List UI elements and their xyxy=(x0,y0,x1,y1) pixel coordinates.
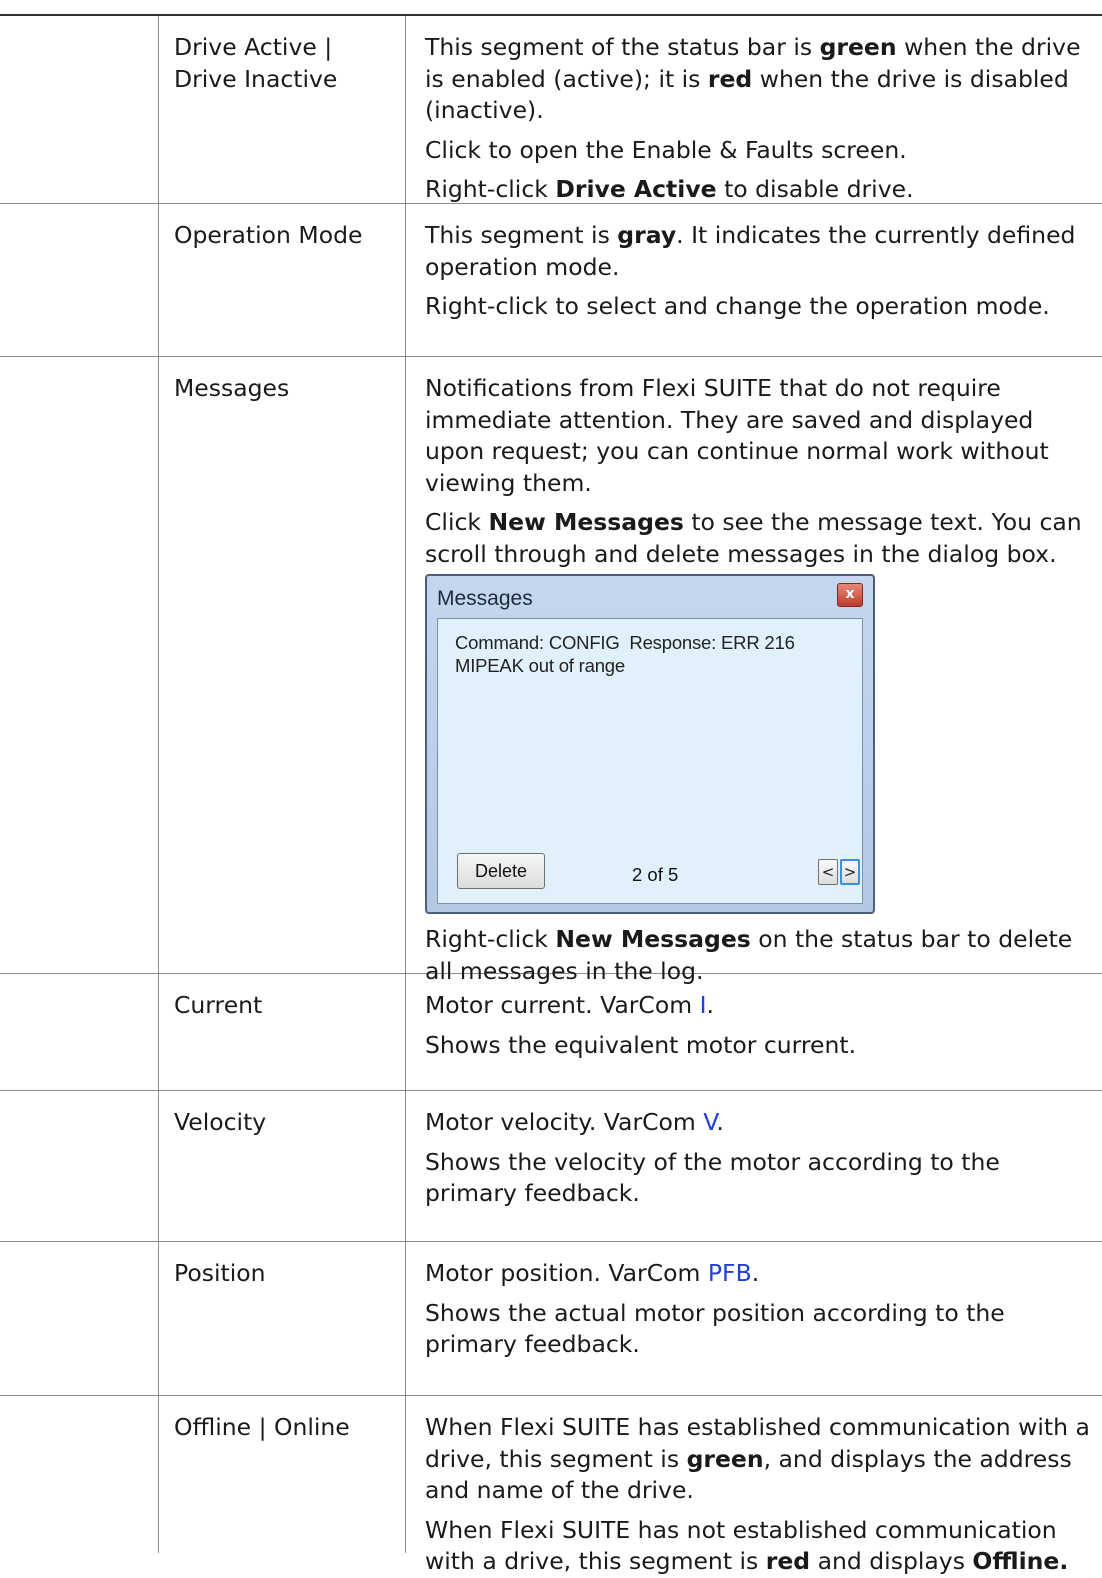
status-item-description: Motor current. VarCom I. Shows the equiv… xyxy=(406,974,1102,1090)
table-cell-empty xyxy=(0,1242,159,1395)
varcom-link[interactable]: PFB xyxy=(708,1259,752,1287)
dialog-title: Messages xyxy=(437,587,533,610)
emphasis: Drive Active xyxy=(555,175,717,203)
varcom-link[interactable]: V xyxy=(703,1108,716,1136)
emphasis: New Messages xyxy=(555,925,751,953)
description-paragraph: Shows the velocity of the motor accordin… xyxy=(425,1147,1000,1208)
status-item-label: Messages xyxy=(174,374,290,402)
emphasis: New Messages xyxy=(488,508,684,536)
emphasis: gray xyxy=(617,221,677,249)
previous-message-button[interactable]: < xyxy=(818,859,838,885)
table-row: Position Motor position. VarCom PFB. Sho… xyxy=(0,1242,1102,1396)
text: This segment is xyxy=(425,221,618,249)
status-item-label: Operation Mode xyxy=(174,221,363,249)
text: This segment of the status bar is xyxy=(425,33,820,61)
status-item-description: This segment of the status bar is green … xyxy=(406,16,1102,203)
messages-dialog: Messages x Command: CONFIG Response: ERR… xyxy=(425,574,875,914)
status-item-name: Messages xyxy=(159,357,406,973)
status-item-label: Offline | Online xyxy=(174,1413,350,1441)
description-paragraph: This segment of the status bar is green … xyxy=(425,32,1098,127)
description-paragraph: Motor velocity. VarCom V. xyxy=(425,1107,1098,1139)
status-item-name: Velocity xyxy=(159,1091,406,1241)
status-item-name: Position xyxy=(159,1242,406,1395)
description-paragraph: When Flexi SUITE has established communi… xyxy=(425,1412,1098,1507)
text: Motor velocity. VarCom xyxy=(425,1108,704,1136)
description-paragraph: Shows the equivalent motor current. xyxy=(425,1030,857,1059)
description-paragraph: Motor position. VarCom PFB. xyxy=(425,1258,1098,1290)
table-row: Drive Active | Drive Inactive This segme… xyxy=(0,16,1102,204)
table-row: Messages Notifications from Flexi SUITE … xyxy=(0,357,1102,985)
table-cell-empty xyxy=(0,16,159,203)
table-cell-empty xyxy=(0,1396,159,1553)
text: Motor current. VarCom xyxy=(425,991,700,1019)
status-item-description: Notifications from Flexi SUITE that do n… xyxy=(406,357,1102,985)
status-item-description: Motor velocity. VarCom V. Shows the velo… xyxy=(406,1091,1102,1241)
emphasis: green xyxy=(686,1444,764,1473)
description-paragraph: Right-click to select and change the ope… xyxy=(425,292,1050,320)
message-text: Command: CONFIG Response: ERR 216 MIPEAK… xyxy=(455,631,855,677)
close-icon[interactable]: x xyxy=(837,583,863,607)
table-cell-empty xyxy=(0,1091,159,1241)
text: . xyxy=(751,1259,760,1287)
table-cell-empty xyxy=(0,357,159,973)
text: Right-click xyxy=(425,925,556,953)
text: and displays xyxy=(810,1547,973,1575)
table-row: Offline | Online When Flexi SUITE has es… xyxy=(0,1396,1102,1575)
emphasis: red xyxy=(765,1547,811,1575)
description-paragraph: Click New Messages to see the message te… xyxy=(425,507,1098,570)
status-item-name: Offline | Online xyxy=(159,1396,406,1553)
delete-button[interactable]: Delete xyxy=(457,853,545,889)
description-paragraph: Notifications from Flexi SUITE that do n… xyxy=(425,374,1049,497)
text: . xyxy=(716,1108,724,1136)
status-item-description: When Flexi SUITE has established communi… xyxy=(406,1396,1102,1575)
description-paragraph: When Flexi SUITE has not established com… xyxy=(425,1515,1098,1578)
status-item-label: Velocity xyxy=(174,1108,267,1136)
status-item-label: Position xyxy=(174,1259,266,1287)
status-bar-table: Drive Active | Drive Inactive This segme… xyxy=(0,16,1102,1575)
text: Click xyxy=(425,508,489,536)
status-item-name: Drive Active | Drive Inactive xyxy=(159,16,406,203)
emphasis: Offline. xyxy=(972,1547,1069,1575)
description-paragraph: Click to open the Enable & Faults screen… xyxy=(425,135,907,164)
message-counter: 2 of 5 xyxy=(632,864,679,885)
table-row: Operation Mode This segment is gray. It … xyxy=(0,204,1102,357)
description-paragraph: Shows the actual motor position accordin… xyxy=(425,1298,1005,1359)
varcom-link[interactable]: I xyxy=(700,991,707,1019)
status-item-name: Operation Mode xyxy=(159,204,406,356)
emphasis: green xyxy=(819,33,897,61)
description-paragraph: Motor current. VarCom I. xyxy=(425,990,1098,1022)
table-row: Velocity Motor velocity. VarCom V. Shows… xyxy=(0,1091,1102,1242)
table-cell-empty xyxy=(0,974,159,1090)
description-paragraph: This segment is gray. It indicates the c… xyxy=(425,220,1098,283)
text: Right-click xyxy=(425,175,556,203)
status-item-description: Motor position. VarCom PFB. Shows the ac… xyxy=(406,1242,1102,1395)
table-row: Current Motor current. VarCom I. Shows t… xyxy=(0,974,1102,1091)
text: to disable drive. xyxy=(716,175,914,203)
emphasis: red xyxy=(707,64,753,93)
status-item-label: Drive Active | Drive Inactive xyxy=(174,33,338,93)
dialog-body: Command: CONFIG Response: ERR 216 MIPEAK… xyxy=(437,618,863,904)
table-cell-empty xyxy=(0,204,159,356)
status-item-label: Current xyxy=(174,991,263,1019)
status-item-name: Current xyxy=(159,974,406,1090)
next-message-button[interactable]: > xyxy=(840,859,860,885)
description-paragraph: Right-click Drive Active to disable driv… xyxy=(425,174,1098,206)
message-line: MIPEAK out of range xyxy=(455,655,625,676)
message-line: Command: CONFIG Response: ERR 216 xyxy=(455,632,795,653)
text: . xyxy=(706,991,714,1019)
text: Motor position. VarCom xyxy=(425,1259,708,1287)
status-item-description: This segment is gray. It indicates the c… xyxy=(406,204,1102,356)
